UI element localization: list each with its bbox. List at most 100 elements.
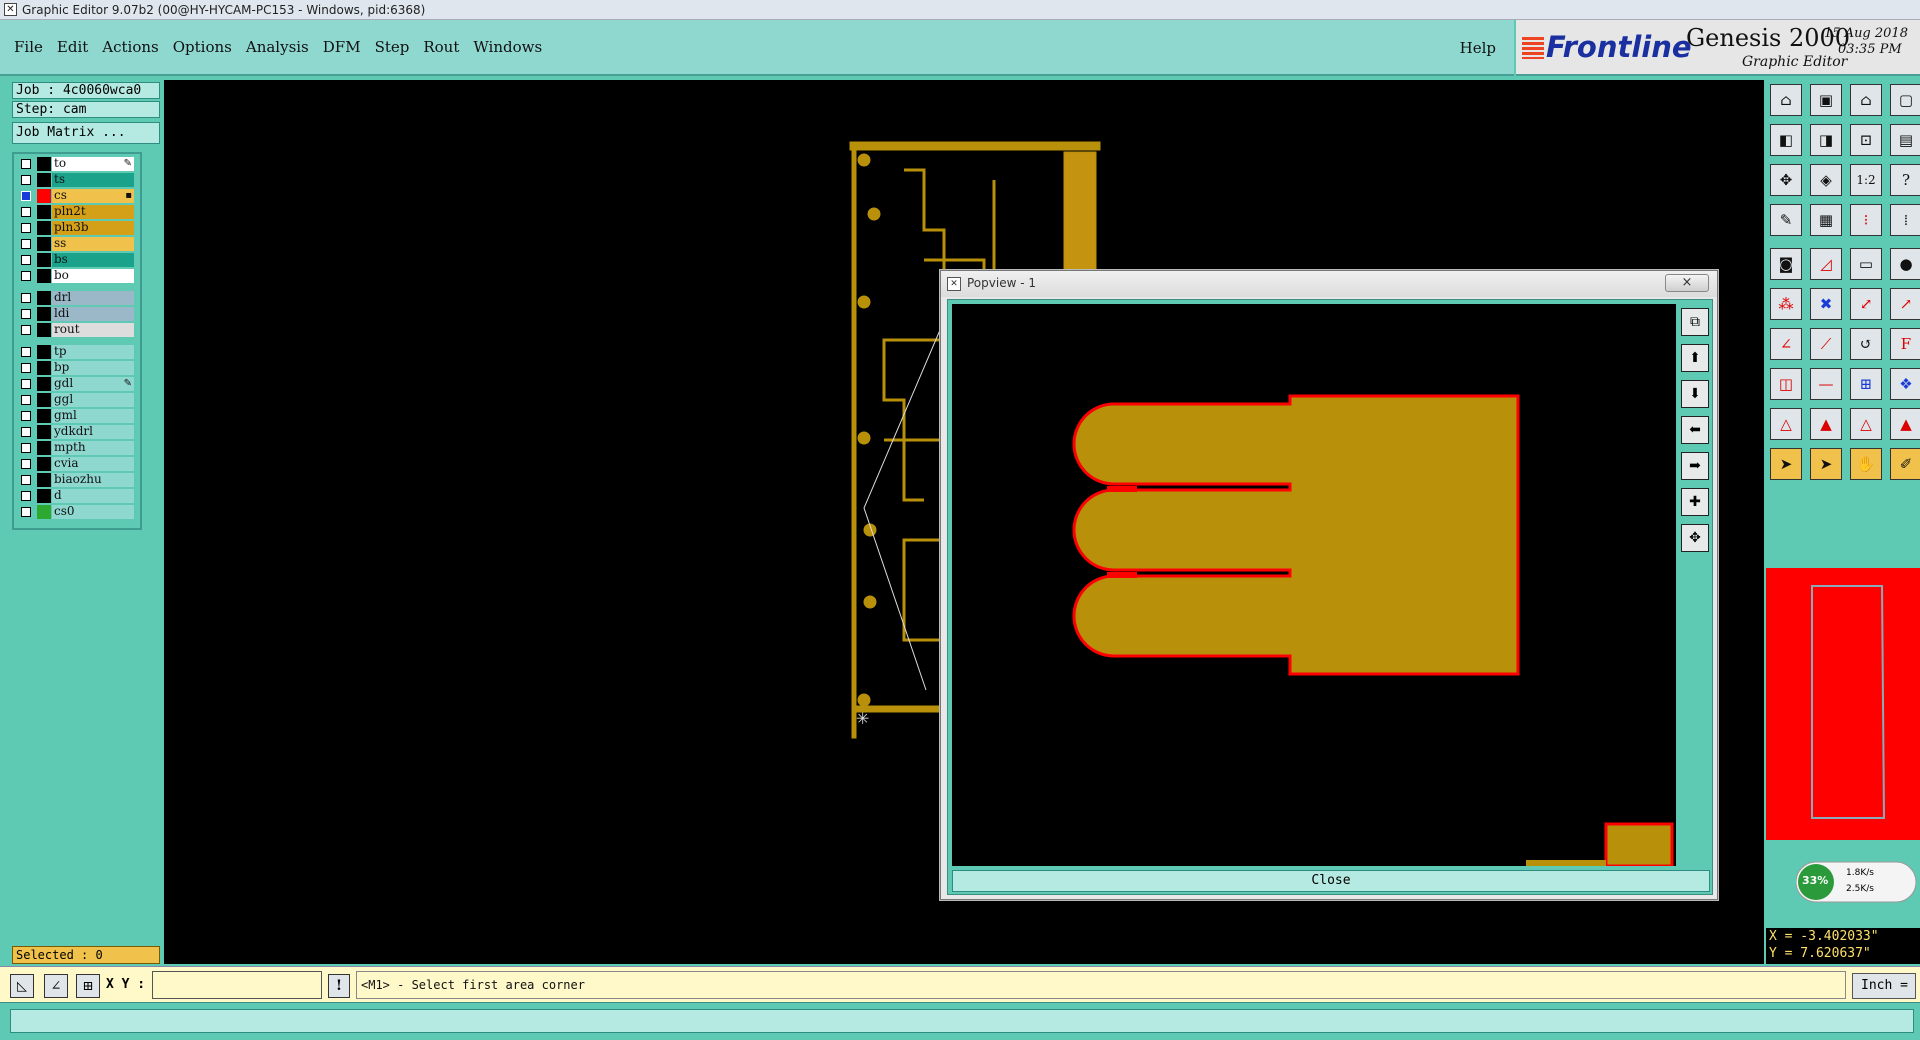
tool-minus-icon[interactable]: —: [1810, 368, 1842, 400]
layer-name[interactable]: ydkdrl: [52, 425, 134, 439]
grid-icon[interactable]: ⊞: [76, 974, 100, 998]
tool-help-icon[interactable]: ?: [1890, 164, 1920, 196]
layer-row-ydkdrl[interactable]: ydkdrl: [16, 424, 140, 440]
layer-name[interactable]: ss: [52, 237, 134, 251]
tool-tri4-icon[interactable]: ▲: [1890, 408, 1920, 440]
tool-expand-icon[interactable]: ✥: [1770, 164, 1802, 196]
layer-name[interactable]: bs: [52, 253, 134, 267]
layer-name[interactable]: to ✎: [52, 157, 134, 171]
layer-name[interactable]: d: [52, 489, 134, 503]
layer-row-ldi[interactable]: ldi: [16, 306, 140, 322]
tool-text-icon[interactable]: F: [1890, 328, 1920, 360]
layer-row-drl[interactable]: drl: [16, 290, 140, 306]
popview-close-icon[interactable]: ×: [1665, 274, 1709, 292]
layer-row-bp[interactable]: bp: [16, 360, 140, 376]
menu-step[interactable]: Step: [375, 38, 410, 56]
pan-left-icon[interactable]: ⬅: [1681, 416, 1709, 444]
tool-grid2-icon[interactable]: ▦: [1810, 204, 1842, 236]
popview-close-button[interactable]: Close: [952, 870, 1710, 892]
menu-analysis[interactable]: Analysis: [246, 38, 309, 56]
layer-checkbox[interactable]: [21, 347, 31, 357]
tool-angle-icon[interactable]: ∠: [1770, 328, 1802, 360]
angle-icon[interactable]: ∠: [44, 974, 68, 998]
layer-checkbox[interactable]: [21, 491, 31, 501]
layer-name[interactable]: tp: [52, 345, 134, 359]
layer-name[interactable]: ts: [52, 173, 134, 187]
layer-checkbox[interactable]: [21, 427, 31, 437]
menu-help[interactable]: Help: [1460, 39, 1496, 57]
layer-checkbox[interactable]: [21, 379, 31, 389]
layer-checkbox[interactable]: [21, 207, 31, 217]
menu-rout[interactable]: Rout: [423, 38, 459, 56]
layer-row-cs0[interactable]: cs0: [16, 504, 140, 520]
layer-row-tp[interactable]: tp: [16, 344, 140, 360]
menu-windows[interactable]: Windows: [473, 38, 542, 56]
tool-rotate-icon[interactable]: ↺: [1850, 328, 1882, 360]
tool-house-icon[interactable]: ⌂: [1850, 84, 1882, 116]
zoom-up-icon[interactable]: ⬆: [1681, 344, 1709, 372]
layer-name[interactable]: bp: [52, 361, 134, 375]
tool-tri2-icon[interactable]: ▲: [1810, 408, 1842, 440]
layer-name[interactable]: cvia: [52, 457, 134, 471]
tool-fit-icon[interactable]: ⊡: [1850, 124, 1882, 156]
tool-pad-icon[interactable]: ◙: [1770, 248, 1802, 280]
tool-home-icon[interactable]: ⌂: [1770, 84, 1802, 116]
tool-tri1-icon[interactable]: △: [1770, 408, 1802, 440]
tool-group-icon[interactable]: ❖: [1890, 368, 1920, 400]
layer-name[interactable]: ldi: [52, 307, 134, 321]
layer-name[interactable]: bo: [52, 269, 134, 283]
layer-row-to[interactable]: to ✎: [16, 156, 140, 172]
tool-cross-icon[interactable]: ✖: [1810, 288, 1842, 320]
job-matrix-button[interactable]: Job Matrix ...: [12, 122, 160, 144]
tool-tri3-icon[interactable]: △: [1850, 408, 1882, 440]
zoom-fit-icon[interactable]: ⧉: [1681, 308, 1709, 336]
layer-checkbox[interactable]: [21, 223, 31, 233]
layer-name[interactable]: biaozhu: [52, 473, 134, 487]
tool-nodes-icon[interactable]: ⁂: [1770, 288, 1802, 320]
tool-scale-icon[interactable]: 1:2: [1850, 164, 1882, 196]
menu-edit[interactable]: Edit: [57, 38, 88, 56]
layer-row-gml[interactable]: gml: [16, 408, 140, 424]
layer-checkbox[interactable]: [21, 175, 31, 185]
layer-checkbox[interactable]: [21, 325, 31, 335]
layer-row-rout[interactable]: rout: [16, 322, 140, 338]
tool-ruler-icon[interactable]: ▭: [1850, 248, 1882, 280]
snap-icon[interactable]: ◺: [10, 974, 34, 998]
layer-checkbox[interactable]: [21, 395, 31, 405]
layer-checkbox[interactable]: [21, 411, 31, 421]
layer-row-mpth[interactable]: mpth: [16, 440, 140, 456]
zoom-in-icon[interactable]: ✚: [1681, 488, 1709, 516]
tool-line-icon[interactable]: ◿: [1810, 248, 1842, 280]
layer-row-bs[interactable]: bs: [16, 252, 140, 268]
exclaim-button[interactable]: !: [328, 974, 350, 998]
xy-input[interactable]: [152, 971, 322, 999]
popview-view[interactable]: [952, 304, 1676, 868]
layer-name[interactable]: gdl ✎: [52, 377, 134, 391]
tool-edit-icon[interactable]: ✐: [1890, 448, 1920, 480]
layer-row-gdl[interactable]: gdl ✎: [16, 376, 140, 392]
tool-dot-icon[interactable]: ●: [1890, 248, 1920, 280]
layer-row-biaozhu[interactable]: biaozhu: [16, 472, 140, 488]
layer-checkbox[interactable]: [21, 239, 31, 249]
layer-checkbox[interactable]: [21, 459, 31, 469]
tool-snap-icon[interactable]: ⁝: [1850, 204, 1882, 236]
tool-connect-icon[interactable]: ⤢: [1850, 288, 1882, 320]
tool-hole-icon[interactable]: ◫: [1770, 368, 1802, 400]
layer-checkbox[interactable]: [21, 255, 31, 265]
layer-name[interactable]: pln3b: [52, 221, 134, 235]
layer-row-bo[interactable]: bo: [16, 268, 140, 284]
layer-name[interactable]: cs0: [52, 505, 134, 519]
layer-checkbox[interactable]: [21, 363, 31, 373]
layer-checkbox[interactable]: [21, 309, 31, 319]
layer-row-ggl[interactable]: ggl: [16, 392, 140, 408]
tool-select-icon[interactable]: ➤: [1810, 448, 1842, 480]
tool-brush-icon[interactable]: ✎: [1770, 204, 1802, 236]
layer-name[interactable]: rout: [52, 323, 134, 337]
pan-right-icon[interactable]: ➡: [1681, 452, 1709, 480]
layer-row-ts[interactable]: ts: [16, 172, 140, 188]
layer-checkbox[interactable]: [21, 159, 31, 169]
tool-measure-icon[interactable]: ⁞: [1890, 204, 1920, 236]
menu-actions[interactable]: Actions: [102, 38, 158, 56]
layer-row-cvia[interactable]: cvia: [16, 456, 140, 472]
layer-name[interactable]: gml: [52, 409, 134, 423]
